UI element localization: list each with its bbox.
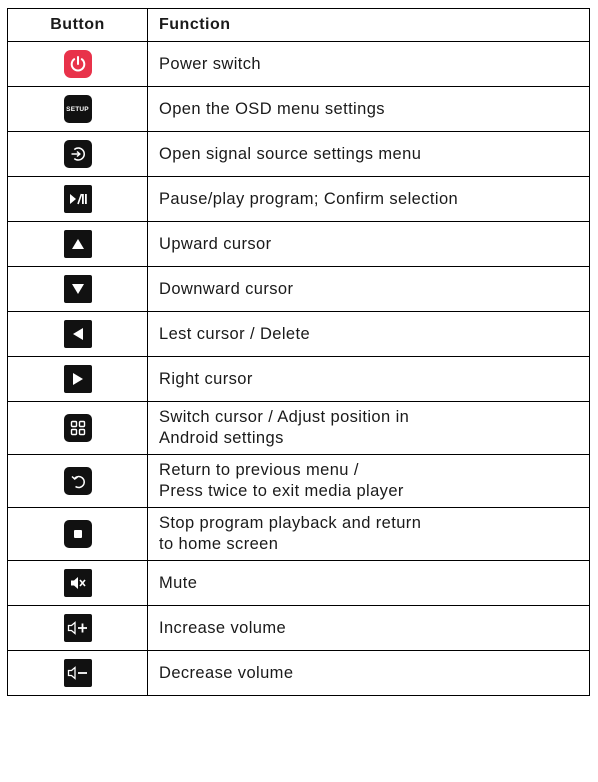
up-arrow-icon	[63, 230, 92, 258]
function-text: Decrease volume	[147, 650, 590, 696]
function-text: Mute	[147, 560, 590, 606]
function-text: Pause/play program; Confirm selection	[147, 176, 590, 222]
function-text: Power switch	[147, 41, 590, 87]
table-row: SETUP Open the OSD menu settings	[7, 86, 590, 132]
apps-grid-icon	[63, 414, 92, 442]
function-text: Right cursor	[147, 356, 590, 402]
function-text: Increase volume	[147, 605, 590, 651]
setup-icon: SETUP	[63, 95, 92, 123]
table-header-row: Button Function	[7, 8, 590, 42]
table-row: Downward cursor	[7, 266, 590, 312]
table-row: Right cursor	[7, 356, 590, 402]
table-row: Return to previous menu / Press twice to …	[7, 454, 590, 508]
function-text: Return to previous menu / Press twice to …	[147, 454, 590, 508]
table-row: Mute	[7, 560, 590, 606]
table-row: Power switch	[7, 41, 590, 87]
table-row: Decrease volume	[7, 650, 590, 696]
input-source-icon	[63, 140, 92, 168]
mute-icon	[63, 569, 92, 597]
right-arrow-icon	[63, 365, 92, 393]
power-icon	[63, 50, 92, 78]
table-row: Stop program playback and return to home …	[7, 507, 590, 561]
volume-down-icon	[63, 659, 92, 687]
table-row: Lest cursor / Delete	[7, 311, 590, 357]
table-row: Increase volume	[7, 605, 590, 651]
function-text: Open the OSD menu settings	[147, 86, 590, 132]
function-text: Lest cursor / Delete	[147, 311, 590, 357]
function-text: Stop program playback and return to home …	[147, 507, 590, 561]
function-text: Open signal source settings menu	[147, 131, 590, 177]
stop-icon	[63, 520, 92, 548]
table-row: Upward cursor	[7, 221, 590, 267]
play-pause-icon	[63, 185, 92, 213]
header-button: Button	[7, 8, 148, 42]
volume-up-icon	[63, 614, 92, 642]
left-arrow-icon	[63, 320, 92, 348]
down-arrow-icon	[63, 275, 92, 303]
function-text: Switch cursor / Adjust position in Androi…	[147, 401, 590, 455]
function-text: Downward cursor	[147, 266, 590, 312]
table-row: Switch cursor / Adjust position in Androi…	[7, 401, 590, 455]
function-text: Upward cursor	[147, 221, 590, 267]
header-function: Function	[147, 8, 590, 42]
table-row: Open signal source settings menu	[7, 131, 590, 177]
button-function-table: Button Function Power switch SETUP Open …	[7, 8, 590, 696]
table-row: Pause/play program; Confirm selection	[7, 176, 590, 222]
back-icon	[63, 467, 92, 495]
